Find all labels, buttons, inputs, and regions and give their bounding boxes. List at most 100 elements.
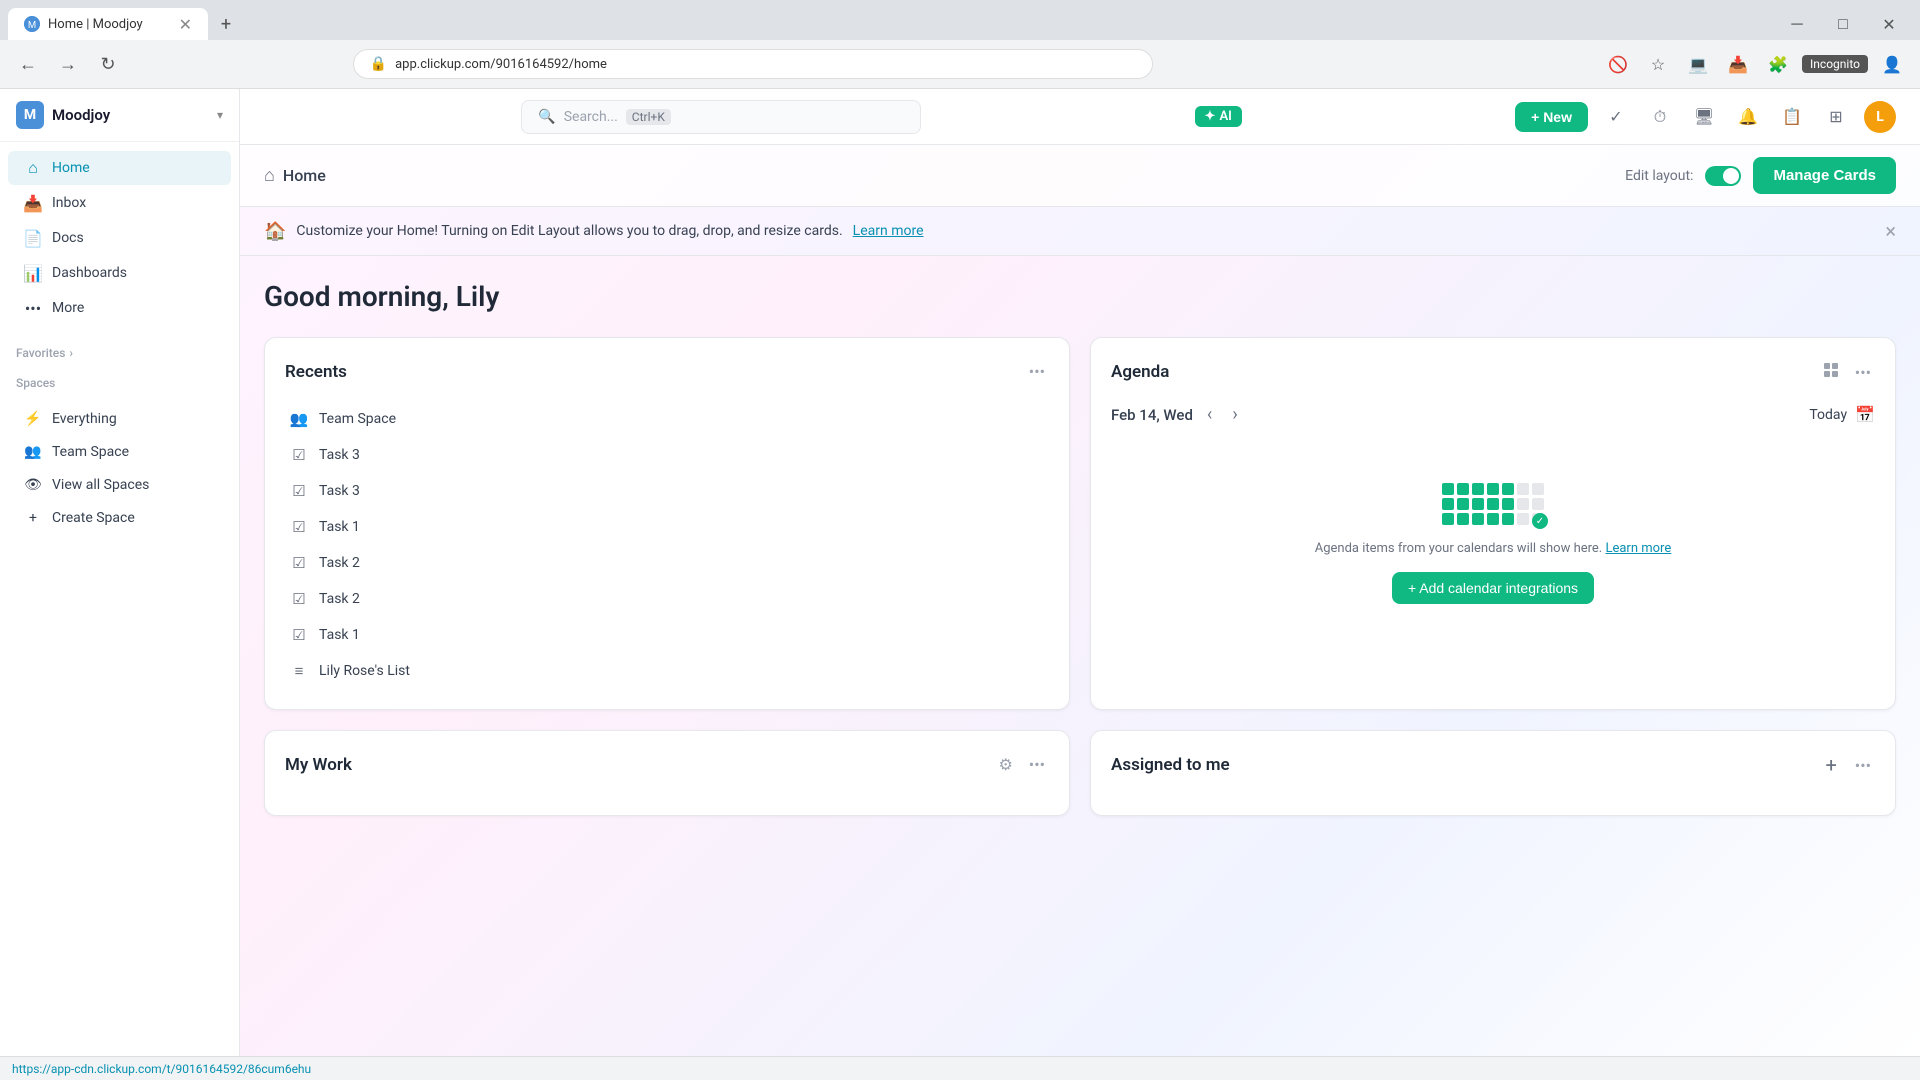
recents-more-button[interactable]: ••• [1025,358,1049,385]
recents-card-actions: ••• [1025,358,1049,385]
sidebar-item-dashboards[interactable]: 📊 Dashboards [8,256,231,290]
incognito-badge[interactable]: Incognito [1802,55,1868,73]
agenda-prev-button[interactable]: ‹ [1201,402,1218,427]
workspace-name: Moodjoy [52,106,110,124]
spaces-label: Spaces [16,376,55,390]
address-bar: ← → ↻ 🔒 app.clickup.com/9016164592/home … [0,40,1920,88]
monitor-icon[interactable]: 🖥 [1688,101,1720,133]
search-icon: 🔍 [538,109,555,125]
sidebar-item-inbox[interactable]: 📥 Inbox [8,186,231,220]
tab-close-button[interactable]: ✕ [179,15,192,34]
download-icon[interactable]: 📥 [1722,48,1754,80]
agenda-more-button[interactable]: ••• [1851,359,1875,386]
sidebar-item-home[interactable]: ⌂ Home [8,151,231,185]
reload-button[interactable]: ↻ [92,48,124,80]
sidebar-item-more[interactable]: ••• More [8,291,231,325]
search-bar[interactable]: 🔍 Search... Ctrl+K [521,100,921,134]
my-work-more-button[interactable]: ••• [1025,751,1049,778]
maximize-button[interactable]: □ [1820,8,1866,40]
list-icon: ≡ [289,661,309,681]
workspace-header[interactable]: M Moodjoy ▾ [0,89,239,142]
device-icon[interactable]: 💻 [1682,48,1714,80]
tab-favicon: M [24,16,40,32]
recents-item-task-2-a[interactable]: ☑ Task 2 [285,545,1049,581]
recents-item-task-2-b[interactable]: ☑ Task 2 [285,581,1049,617]
close-window-button[interactable]: ✕ [1866,8,1912,40]
sidebar-item-everything[interactable]: ⚡ Everything [8,403,231,435]
extensions-icon[interactable]: 🧩 [1762,48,1794,80]
inbox-icon: 📥 [24,194,42,212]
bookmark-icon[interactable]: ☆ [1642,48,1674,80]
recents-item-team-space[interactable]: 👥 Team Space [285,401,1049,437]
ai-button[interactable]: ✦ AI [1195,106,1242,127]
check-badge: ✓ [1532,513,1548,529]
workspace-icon: M [16,101,44,129]
sidebar-item-create-space[interactable]: + Create Space [8,502,231,534]
agenda-calendar-icon[interactable]: 📅 [1855,405,1875,424]
tab-title: Home | Moodjoy [48,17,143,32]
active-tab[interactable]: M Home | Moodjoy ✕ [8,8,208,40]
edit-layout-toggle[interactable] [1705,166,1741,186]
forward-button[interactable]: → [52,48,84,80]
sidebar-item-label: Dashboards [52,265,127,281]
sidebar-item-team-space[interactable]: 👥 Team Space [8,436,231,468]
svg-text:M: M [28,20,36,31]
assigned-title: Assigned to me [1111,755,1230,775]
recents-item-task-3-b[interactable]: ☑ Task 3 [285,473,1049,509]
header-actions: Edit layout: Manage Cards [1625,157,1896,194]
home-icon: ⌂ [24,159,42,177]
bell-icon[interactable]: 🔔 [1732,101,1764,133]
sidebar-item-label: Inbox [52,195,86,211]
agenda-next-button[interactable]: › [1226,402,1243,427]
profile-icon[interactable]: 👤 [1876,48,1908,80]
recents-item-task-3-a[interactable]: ☑ Task 3 [285,437,1049,473]
agenda-today-button[interactable]: Today [1809,407,1847,423]
space-item-label: Team Space [52,444,129,460]
edit-layout-label: Edit layout: [1625,168,1693,184]
my-work-settings-button[interactable]: ⚙ [994,751,1016,778]
url-bar[interactable]: 🔒 app.clickup.com/9016164592/home [353,49,1153,79]
sidebar-item-view-all-spaces[interactable]: 👁 View all Spaces [8,469,231,501]
recents-item-task-1-b[interactable]: ☑ Task 1 [285,617,1049,653]
favorites-section[interactable]: Favorites › [0,342,239,364]
assigned-add-button[interactable]: + [1819,751,1842,779]
recents-item-lily-list[interactable]: ≡ Lily Rose's List [285,653,1049,689]
banner-learn-more-link[interactable]: Learn more [853,223,924,239]
assigned-more-button[interactable]: ••• [1851,752,1875,779]
manage-cards-button[interactable]: Manage Cards [1753,157,1896,194]
recents-item-task-1-a[interactable]: ☑ Task 1 [285,509,1049,545]
clock-icon[interactable]: ⏱ [1644,101,1676,133]
recents-card: Recents ••• 👥 Team Space ☑ Task [264,337,1070,710]
minimize-button[interactable]: ─ [1774,8,1820,40]
new-button[interactable]: + New [1515,102,1588,132]
apps-grid-icon[interactable]: ⊞ [1820,101,1852,133]
add-calendar-button[interactable]: + Add calendar integrations [1392,572,1594,604]
favorites-expand-icon: › [69,346,73,360]
agenda-card-header: Agenda ••• [1111,358,1875,386]
agenda-title: Agenda [1111,362,1169,382]
space-item-label: Create Space [52,510,135,526]
check-icon[interactable]: ✓ [1600,101,1632,133]
back-button[interactable]: ← [12,48,44,80]
agenda-date: Feb 14, Wed [1111,406,1193,424]
agenda-learn-more-link[interactable]: Learn more [1605,541,1671,556]
user-avatar[interactable]: L [1864,101,1896,133]
my-work-card-actions: ⚙ ••• [994,751,1049,778]
agenda-empty-text: Agenda items from your calendars will sh… [1315,541,1672,556]
agenda-date-nav: Feb 14, Wed ‹ › Today 📅 [1111,402,1875,427]
agenda-grid-icon[interactable] [1819,358,1843,386]
task-icon: ☑ [289,625,309,645]
assigned-card-actions: + ••• [1819,751,1875,779]
sidebar-item-label: Home [52,160,90,176]
recent-item-label: Task 2 [319,591,360,607]
document-icon[interactable]: 📋 [1776,101,1808,133]
sidebar-item-docs[interactable]: 📄 Docs [8,221,231,255]
my-work-title: My Work [285,755,352,775]
task-icon: ☑ [289,517,309,537]
banner-text: Customize your Home! Turning on Edit Lay… [296,223,842,239]
banner-close-button[interactable]: × [1885,219,1896,243]
new-tab-button[interactable]: + [212,10,240,38]
camera-off-icon[interactable]: 🚫 [1602,48,1634,80]
window-controls: ─ □ ✕ [1774,8,1912,40]
recent-item-label: Team Space [319,411,396,427]
